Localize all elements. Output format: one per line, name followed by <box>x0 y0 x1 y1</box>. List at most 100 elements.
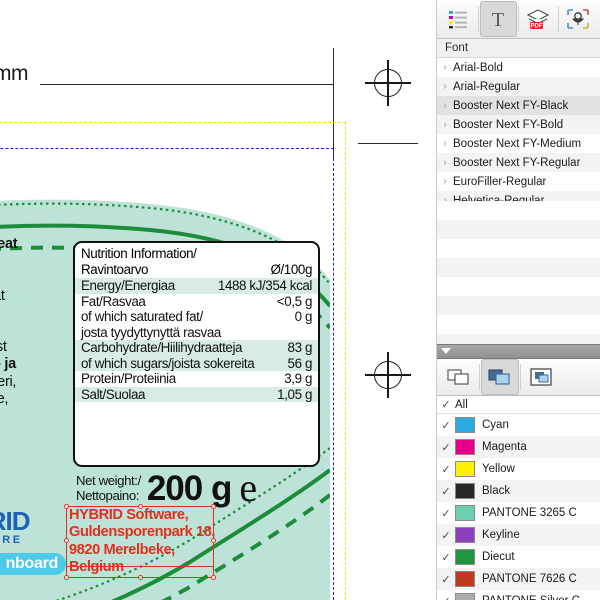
pdf-layers-icon[interactable]: PDF <box>520 1 557 37</box>
inspector-panel[interactable]: T PDF Font › Arial-Bold › Arial-Regular … <box>436 0 600 600</box>
selection-handle-ne[interactable] <box>211 504 216 509</box>
separation-checkbox[interactable]: ✓ <box>437 573 455 586</box>
separation-color-swatch[interactable] <box>455 483 475 500</box>
estimate-sign-icon: e <box>239 465 258 510</box>
font-list-item[interactable]: › Booster Next FY-Medium <box>437 134 600 153</box>
nutrition-title-line1: Nutrition Information/ <box>81 246 197 261</box>
font-list-empty-row <box>437 219 600 239</box>
nutrition-table[interactable]: Nutrition Information/ Ravintoarvo Ø/100… <box>73 241 320 467</box>
chevron-right-icon[interactable]: › <box>437 81 453 92</box>
font-list-empty-row <box>437 201 600 220</box>
font-list-item[interactable]: › Arial-Regular <box>437 77 600 97</box>
separation-row[interactable]: ✓ Black <box>437 480 600 503</box>
nutrition-header: Nutrition Information/ Ravintoarvo Ø/100… <box>75 243 318 278</box>
chevron-right-icon[interactable]: › <box>437 119 453 130</box>
separation-color-swatch[interactable] <box>455 439 475 456</box>
separation-color-swatch[interactable] <box>455 505 475 522</box>
dimension-line <box>40 84 334 85</box>
registration-mark-bottom <box>365 352 411 398</box>
font-list-item[interactable]: › Helvetica-Regular <box>437 191 600 201</box>
nutrition-row-label: Protein/Proteiinia <box>81 371 176 386</box>
selection-handle-s[interactable] <box>138 575 143 580</box>
selection-handle-nw[interactable] <box>64 504 69 509</box>
panel-collapse-bar[interactable] <box>437 343 600 359</box>
net-weight-block: Net weight:/ Nettopaino: 200 g e <box>76 466 326 510</box>
font-list-item[interactable]: › Booster Next FY-Bold <box>437 115 600 135</box>
font-list-item[interactable]: › Booster Next FY-Black <box>437 96 600 116</box>
separation-checkbox[interactable]: ✓ <box>437 507 455 520</box>
selection-handle-n[interactable] <box>138 504 143 509</box>
text-tool-icon[interactable]: T <box>479 1 517 38</box>
nutrition-row-value: 56 g <box>287 355 313 371</box>
font-list-empty-row <box>437 239 600 258</box>
composite-view-icon[interactable] <box>481 359 519 396</box>
selection-bounding-box[interactable] <box>64 504 216 580</box>
separation-checkbox[interactable]: ✓ <box>437 551 455 564</box>
checkbox-all-icon[interactable]: ✓ <box>437 398 455 411</box>
font-list-item[interactable]: › Booster Next FY-Regular <box>437 153 600 173</box>
font-list-empty-row <box>437 277 600 296</box>
nutrition-row-label: of which sugars/joista sokereita <box>81 355 255 371</box>
separations-list[interactable]: ✓ Cyan ✓ Magenta ✓ Yellow ✓ Black ✓ PANTONE 3265 … <box>437 414 600 600</box>
image-icon[interactable] <box>560 1 597 37</box>
chevron-right-icon[interactable]: › <box>437 100 453 111</box>
ruler-unit-label: mm <box>0 62 29 85</box>
svg-text:PDF: PDF <box>531 24 543 30</box>
separation-row[interactable]: ✓ PANTONE Silver C <box>437 590 600 600</box>
separation-color-swatch[interactable] <box>455 593 475 600</box>
separation-color-swatch[interactable] <box>455 571 475 588</box>
separation-row[interactable]: ✓ PANTONE 7626 C <box>437 568 600 591</box>
separations-all-row[interactable]: ✓ All <box>437 396 600 415</box>
selection-handle-se[interactable] <box>211 575 216 580</box>
separation-row[interactable]: ✓ Diecut <box>437 546 600 568</box>
nutrition-row: Salt/Suolaa 1,05 g <box>75 386 318 402</box>
separation-color-swatch[interactable] <box>455 417 475 434</box>
separation-row[interactable]: ✓ Yellow <box>437 458 600 480</box>
separations-list-icon[interactable] <box>440 1 477 37</box>
separation-checkbox[interactable]: ✓ <box>437 485 455 498</box>
nutrition-row-value: 0 g <box>294 309 313 324</box>
net-weight-value: 200 g <box>146 468 232 508</box>
nutrition-row: of which saturated fat/0 g <box>75 309 318 325</box>
separation-row[interactable]: ✓ Cyan <box>437 414 600 436</box>
separation-label: Diecut <box>482 551 515 564</box>
separation-checkbox[interactable]: ✓ <box>437 441 455 454</box>
nutrition-basis-value: Ø/100g <box>270 261 312 277</box>
chevron-right-icon[interactable]: › <box>437 138 453 149</box>
panel-toolbar[interactable]: T PDF <box>437 0 600 40</box>
separation-checkbox[interactable]: ✓ <box>437 595 455 600</box>
separation-row[interactable]: ✓ Keyline <box>437 524 600 547</box>
nutrition-row-value: <0,5 g <box>276 293 313 309</box>
separation-color-swatch[interactable] <box>455 461 475 478</box>
separation-checkbox[interactable]: ✓ <box>437 529 455 542</box>
font-list-item[interactable]: › Arial-Bold <box>437 58 600 77</box>
nutrition-row-label: Carbohydrate/Hiilihydraatteja <box>81 340 243 355</box>
font-list-empty-row <box>437 315 600 334</box>
separation-label: Keyline <box>482 529 520 542</box>
registration-mark-top <box>365 60 411 106</box>
chevron-right-icon[interactable]: › <box>437 62 453 73</box>
separation-color-swatch[interactable] <box>455 549 475 566</box>
preview-view-icon[interactable] <box>522 359 560 395</box>
toolbar-divider <box>479 364 480 391</box>
selection-handle-sw[interactable] <box>64 575 69 580</box>
selection-handle-e[interactable] <box>211 538 216 543</box>
nutrition-row-value: 3,9 g <box>284 371 312 386</box>
chevron-right-icon[interactable]: › <box>437 176 453 187</box>
font-list-item[interactable]: › EuroFiller-Regular <box>437 172 600 191</box>
selection-handle-w[interactable] <box>64 538 69 543</box>
separation-color-swatch[interactable] <box>455 527 475 544</box>
font-list[interactable]: › Arial-Bold › Arial-Regular › Booster Next F… <box>437 58 600 201</box>
separation-row[interactable]: ✓ Magenta <box>437 436 600 459</box>
separation-checkbox[interactable]: ✓ <box>437 419 455 432</box>
nutrition-row-label: of which saturated fat/ <box>81 309 203 324</box>
artboard-canvas[interactable]: mm atin, wheat rice 25), etable fat 0, E… <box>0 0 436 600</box>
separation-checkbox[interactable]: ✓ <box>437 463 455 476</box>
separate-view-icon[interactable] <box>440 359 478 395</box>
nutrition-row-label: josta tyydyttynyttä rasvaa <box>81 324 221 340</box>
trim-mark-line <box>358 143 418 145</box>
separation-row[interactable]: ✓ PANTONE 3265 C <box>437 502 600 524</box>
nutrition-row-label: Energy/Energiaa <box>81 278 175 293</box>
chevron-right-icon[interactable]: › <box>437 157 453 168</box>
separations-toolbar[interactable] <box>437 358 600 397</box>
